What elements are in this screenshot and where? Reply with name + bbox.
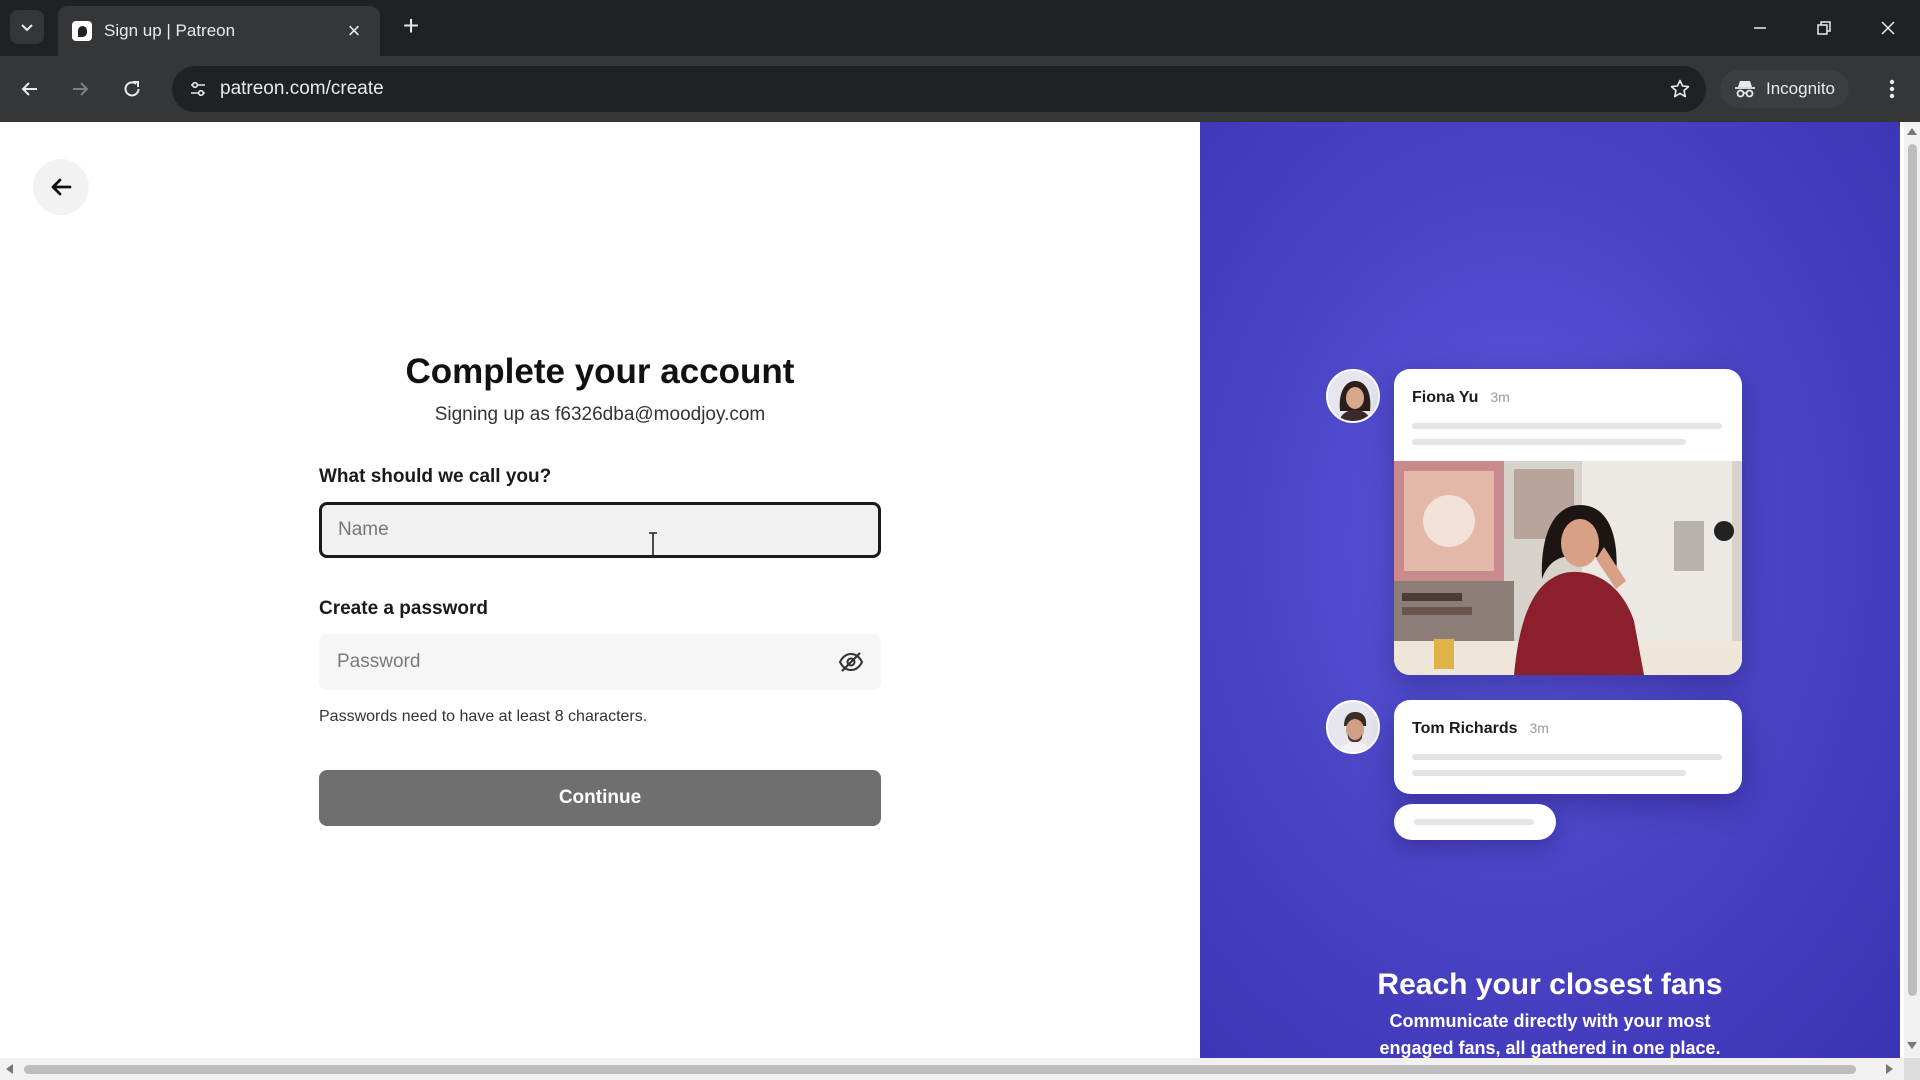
page-content: Complete your account Signing up as f632… [0,122,1904,1058]
scroll-thumb[interactable] [1908,144,1917,996]
signup-email-text: Signing up as f6326dba@moodjoy.com [434,404,766,425]
back-nav-button[interactable] [14,73,46,105]
name-label: What should we call you? [319,466,552,487]
browser-tab-bar: Sign up | Patreon × + [0,0,1920,56]
scrollbar-corner [1904,1058,1920,1080]
post-card: Fiona Yu 3m [1394,369,1742,675]
page-title: Complete your account [405,352,795,391]
scroll-up-icon[interactable] [1907,128,1917,135]
minimize-icon [1754,27,1766,29]
comment-placeholder [1394,804,1556,840]
new-tab-button[interactable]: + [396,12,426,42]
post-photo [1394,461,1742,675]
minimize-button[interactable] [1728,0,1792,56]
browser-toolbar: patreon.com/create Incognito [0,56,1920,122]
password-hint: Passwords need to have at least 8 charac… [319,708,648,725]
reload-icon [124,81,140,97]
eye-off-icon[interactable] [837,649,865,675]
patreon-logo-icon [72,21,92,41]
back-button[interactable] [33,159,89,215]
browser-menu-button[interactable] [1876,73,1908,105]
incognito-indicator[interactable]: Incognito [1720,70,1849,108]
promo-panel: Fiona Yu 3m Tom Richards 3m Reach your c… [1200,122,1900,1058]
scroll-left-icon[interactable] [6,1064,13,1074]
tune-icon [191,81,205,97]
restore-icon [1817,21,1831,35]
incognito-icon [1735,81,1755,98]
password-input[interactable] [319,634,881,690]
name-input[interactable] [319,502,881,558]
continue-button[interactable]: Continue [319,770,881,826]
promo-description: Communicate directly with your most enga… [1379,1011,1721,1058]
reload-button[interactable] [116,73,148,105]
promo-headline: Reach your closest fans [1377,968,1723,1001]
scroll-right-icon[interactable] [1886,1064,1893,1074]
more-vert-icon [1889,79,1895,99]
post-author: Tom Richards [1412,720,1518,737]
bookmark-button[interactable] [1666,75,1694,103]
vertical-scrollbar[interactable] [1904,122,1920,1058]
close-window-button[interactable] [1856,0,1920,56]
avatar [1326,369,1380,423]
post-card: Tom Richards 3m [1394,700,1742,794]
address-bar[interactable]: patreon.com/create [172,66,1706,112]
avatar [1326,700,1380,754]
forward-nav-button[interactable] [64,73,96,105]
star-icon [1670,79,1690,98]
url-text[interactable]: patreon.com/create [220,78,384,100]
signup-form: Complete your account Signing up as f632… [319,350,881,826]
site-info-button[interactable] [184,75,212,103]
incognito-label: Incognito [1766,79,1835,98]
arrow-left-icon [21,82,37,96]
tab-title: Sign up | Patreon [104,21,236,40]
post-author: Fiona Yu [1412,389,1479,406]
password-label: Create a password [319,598,488,619]
chevron-down-icon [21,24,33,32]
arrow-right-icon [73,82,89,96]
arrow-left-icon [51,178,72,196]
password-field [319,634,881,690]
close-icon [1881,21,1895,35]
scroll-thumb[interactable] [24,1065,1856,1074]
post-time: 3m [1529,720,1549,736]
plus-icon: + [402,10,420,41]
text-cursor-icon [649,532,657,558]
scroll-down-icon[interactable] [1907,1042,1917,1049]
post-time: 3m [1490,389,1510,405]
close-icon[interactable]: × [342,19,366,43]
restore-button[interactable] [1792,0,1856,56]
horizontal-scrollbar[interactable] [0,1058,1904,1080]
browser-tab[interactable]: Sign up | Patreon × [58,6,380,56]
tab-search-button[interactable] [10,10,44,44]
